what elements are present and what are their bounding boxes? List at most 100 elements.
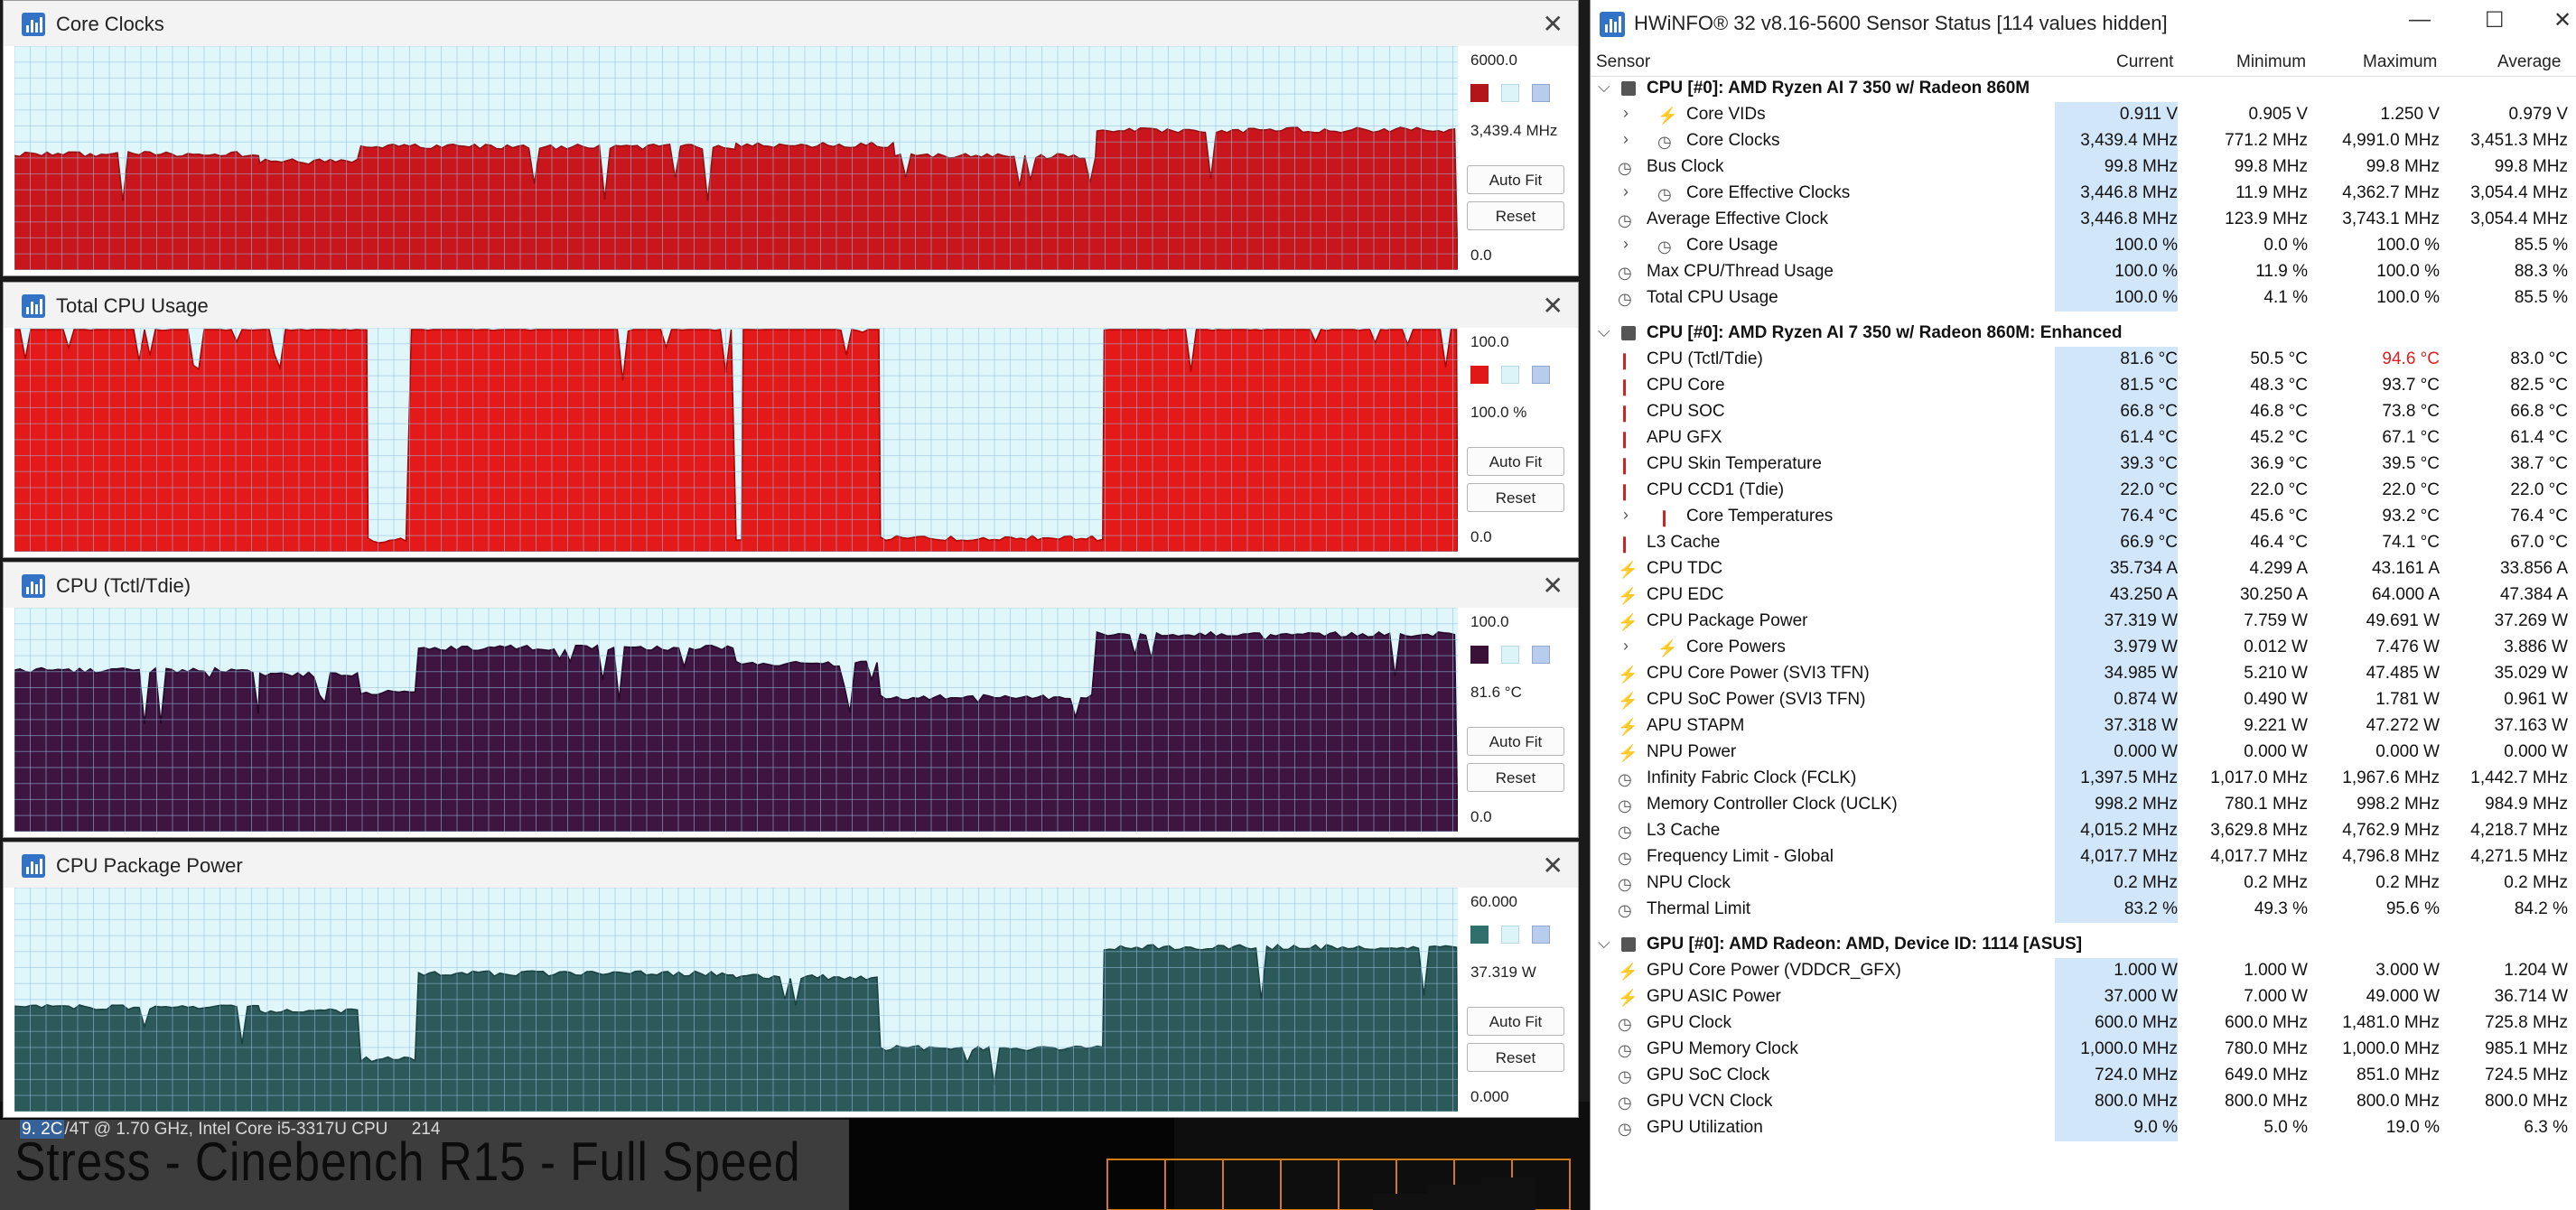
chevron-right-icon[interactable]: › <box>1623 104 1629 123</box>
close-icon[interactable]: ✕ <box>1543 9 1563 39</box>
sensor-row[interactable]: ⚡ CPU Core Power (SVI3 TFN) 34.985 W 5.210 … <box>1591 661 2576 687</box>
sensor-row[interactable]: ❙ CPU Core 81.5 °C 48.3 °C 93.7 °C 82.5 °C <box>1591 373 2576 399</box>
graph-bg-swatch[interactable] <box>1501 366 1519 384</box>
col-maximum[interactable]: Maximum <box>2363 52 2437 72</box>
chevron-right-icon[interactable]: › <box>1623 637 1629 656</box>
average-value: 36.714 W <box>2494 987 2568 1006</box>
chevron-down-icon[interactable]: ⌵ <box>1598 78 1610 97</box>
sensor-row[interactable]: ⚡ CPU Package Power 37.319 W 7.759 W 49.691 … <box>1591 609 2576 635</box>
sensor-name: APU GFX <box>1647 428 1722 447</box>
sensor-row[interactable]: ⚡ CPU SoC Power (SVI3 TFN) 0.874 W 0.490 W 1… <box>1591 687 2576 713</box>
sensor-row[interactable]: › ◷ Core Effective Clocks 3,446.8 MHz 11.9 M… <box>1591 181 2576 207</box>
sensor-row[interactable]: › ⚡ Core Powers 3.979 W 0.012 W 7.476 W 3.886 … <box>1591 635 2576 661</box>
close-icon[interactable]: ✕ <box>1543 291 1563 321</box>
graph-bg-swatch[interactable] <box>1501 646 1519 664</box>
sensor-row[interactable]: ❙ APU GFX 61.4 °C 45.2 °C 67.1 °C 61.4 °C <box>1591 425 2576 451</box>
reset-button[interactable]: Reset <box>1467 483 1564 512</box>
graph-color-swatch[interactable] <box>1470 84 1489 102</box>
sensor-row[interactable]: ◷ Thermal Limit 83.2 % 49.3 % 95.6 % 84.2 % <box>1591 897 2576 923</box>
graph-bg-swatch[interactable] <box>1501 926 1519 944</box>
current-value: 35.734 A <box>2109 559 2178 578</box>
graph-grid-swatch[interactable] <box>1532 366 1550 384</box>
auto-fit-button[interactable]: Auto Fit <box>1467 1007 1564 1036</box>
hwinfo-app-icon <box>22 854 45 878</box>
chevron-right-icon[interactable]: › <box>1623 182 1629 201</box>
reset-button[interactable]: Reset <box>1467 1043 1564 1072</box>
minimum-value: 0.2 MHz <box>2244 873 2308 892</box>
graph-bg-swatch[interactable] <box>1501 84 1519 102</box>
graph-titlebar[interactable]: CPU (Tctl/Tdie) ✕ <box>4 563 1578 608</box>
sensor-row[interactable]: ⚡ CPU TDC 35.734 A 4.299 A 43.161 A 33.856 A <box>1591 556 2576 582</box>
auto-fit-button[interactable]: Auto Fit <box>1467 447 1564 476</box>
close-icon[interactable]: ✕ <box>1543 571 1563 600</box>
chevron-down-icon[interactable]: ⌵ <box>1598 934 1610 953</box>
graph-titlebar[interactable]: Core Clocks ✕ <box>4 1 1578 46</box>
sensor-row[interactable]: › ❙ Core Temperatures 76.4 °C 45.6 °C 93.2 °C… <box>1591 504 2576 530</box>
sensor-row[interactable]: ◷ L3 Cache 4,015.2 MHz 3,629.8 MHz 4,762.9 M… <box>1591 818 2576 844</box>
sensor-row[interactable]: ◷ GPU Clock 600.0 MHz 600.0 MHz 1,481.0 MHz 7… <box>1591 1010 2576 1037</box>
sensor-row[interactable]: ⚡ APU STAPM 37.318 W 9.221 W 47.272 W 37.163 … <box>1591 713 2576 740</box>
auto-fit-button[interactable]: Auto Fit <box>1467 727 1564 756</box>
sensor-group-header[interactable]: ⌵ GPU [#0]: AMD Radeon: AMD, Device ID: 1… <box>1591 932 2576 958</box>
auto-fit-button[interactable]: Auto Fit <box>1467 165 1564 194</box>
clock-icon: ◷ <box>1618 159 1632 177</box>
sensor-row[interactable]: ⚡ GPU ASIC Power 37.000 W 7.000 W 49.000 W 36… <box>1591 984 2576 1010</box>
graph-grid-swatch[interactable] <box>1532 84 1550 102</box>
current-value: 37.000 W <box>2104 987 2178 1006</box>
sensor-row[interactable]: ◷ GPU SoC Clock 724.0 MHz 649.0 MHz 851.0 MH… <box>1591 1063 2576 1089</box>
sensor-row[interactable]: ❙ L3 Cache 66.9 °C 46.4 °C 74.1 °C 67.0 °C <box>1591 530 2576 556</box>
maximize-button[interactable]: ☐ <box>2485 7 2505 33</box>
hwinfo-titlebar[interactable]: HWiNFO® 32 v8.16-5600 Sensor Status [114… <box>1591 0 2576 47</box>
col-sensor[interactable]: Sensor <box>1596 52 1650 72</box>
chevron-right-icon[interactable]: › <box>1623 506 1629 525</box>
chevron-right-icon[interactable]: › <box>1623 235 1629 254</box>
sensor-row[interactable]: ❙ CPU SOC 66.8 °C 46.8 °C 73.8 °C 66.8 °C <box>1591 399 2576 425</box>
sensor-group-header[interactable]: ⌵ CPU [#0]: AMD Ryzen AI 7 350 w/ Radeon … <box>1591 76 2576 102</box>
close-icon[interactable]: ✕ <box>1543 851 1563 880</box>
graph-grid-swatch[interactable] <box>1532 646 1550 664</box>
sensor-row[interactable]: › ◷ Core Usage 100.0 % 0.0 % 100.0 % 85.5 % <box>1591 233 2576 259</box>
sensor-row[interactable]: ⚡ CPU EDC 43.250 A 30.250 A 64.000 A 47.384 A <box>1591 582 2576 609</box>
graph-color-swatch[interactable] <box>1470 646 1489 664</box>
close-button[interactable]: ✕ <box>2553 7 2571 33</box>
sensor-row[interactable]: ◷ GPU Memory Clock 1,000.0 MHz 780.0 MHz 1,0… <box>1591 1037 2576 1063</box>
sensor-row[interactable]: › ◷ Core Clocks 3,439.4 MHz 771.2 MHz 4,991.0… <box>1591 128 2576 154</box>
chevron-down-icon[interactable]: ⌵ <box>1598 322 1610 341</box>
sensor-row[interactable]: ❙ CPU Skin Temperature 39.3 °C 36.9 °C 39.5 … <box>1591 451 2576 478</box>
sensor-row[interactable]: ⚡ NPU Power 0.000 W 0.000 W 0.000 W 0.000 W <box>1591 740 2576 766</box>
minimize-button[interactable]: — <box>2409 7 2431 33</box>
sensor-row[interactable]: ◷ Bus Clock 99.8 MHz 99.8 MHz 99.8 MHz 99.8 M… <box>1591 154 2576 181</box>
sensor-row[interactable]: ◷ Memory Controller Clock (UCLK) 998.2 MHz… <box>1591 792 2576 818</box>
sensor-name: NPU Clock <box>1647 873 1731 892</box>
chevron-right-icon[interactable]: › <box>1623 130 1629 149</box>
current-value: 76.4 °C <box>2120 507 2178 526</box>
hwinfo-app-icon <box>22 294 45 318</box>
reset-button[interactable]: Reset <box>1467 201 1564 230</box>
sensor-row[interactable]: ❙ CPU CCD1 (Tdie) 22.0 °C 22.0 °C 22.0 °C 22.… <box>1591 478 2576 504</box>
current-value: 600.0 MHz <box>2095 1013 2178 1032</box>
col-current[interactable]: Current <box>2116 52 2173 72</box>
col-minimum[interactable]: Minimum <box>2236 52 2306 72</box>
graph-color-swatch[interactable] <box>1470 926 1489 944</box>
sensor-row[interactable]: ❙ CPU (Tctl/Tdie) 81.6 °C 50.5 °C 94.6 °C 83.… <box>1591 347 2576 373</box>
reset-button[interactable]: Reset <box>1467 763 1564 792</box>
sensor-row[interactable]: ◷ NPU Clock 0.2 MHz 0.2 MHz 0.2 MHz 0.2 MHz <box>1591 870 2576 897</box>
sensor-row[interactable]: ⚡ GPU Core Power (VDDCR_GFX) 1.000 W 1.000 … <box>1591 958 2576 984</box>
sensor-row[interactable]: ◷ Total CPU Usage 100.0 % 4.1 % 100.0 % 85.5 … <box>1591 285 2576 312</box>
sensor-row[interactable]: ◷ GPU Utilization 9.0 % 5.0 % 19.0 % 6.3 % <box>1591 1115 2576 1141</box>
graph-min-value: 0.0 <box>1470 808 1492 825</box>
sensor-row[interactable]: ◷ Infinity Fabric Clock (FCLK) 1,397.5 MHz… <box>1591 766 2576 792</box>
sensor-row[interactable]: ◷ Max CPU/Thread Usage 100.0 % 11.9 % 100.0 … <box>1591 259 2576 285</box>
sensor-row[interactable]: ◷ Average Effective Clock 3,446.8 MHz 123.9… <box>1591 207 2576 233</box>
sensor-group-header[interactable]: ⌵ CPU [#0]: AMD Ryzen AI 7 350 w/ Radeon … <box>1591 321 2576 347</box>
current-value: 0.2 MHz <box>2114 873 2178 892</box>
sensor-row[interactable]: › ⚡ Core VIDs 0.911 V 0.905 V 1.250 V 0.979 V <box>1591 102 2576 128</box>
col-average[interactable]: Average <box>2497 52 2561 72</box>
graph-titlebar[interactable]: Total CPU Usage ✕ <box>4 283 1578 328</box>
graph-color-swatch[interactable] <box>1470 366 1489 384</box>
graph-titlebar[interactable]: CPU Package Power ✕ <box>4 842 1578 888</box>
graph-grid-swatch[interactable] <box>1532 926 1550 944</box>
graph-svg <box>14 45 1459 271</box>
sensor-row[interactable]: ◷ GPU VCN Clock 800.0 MHz 800.0 MHz 800.0 MH… <box>1591 1089 2576 1115</box>
sensor-row[interactable]: ◷ Frequency Limit - Global 4,017.7 MHz 4,01… <box>1591 844 2576 870</box>
